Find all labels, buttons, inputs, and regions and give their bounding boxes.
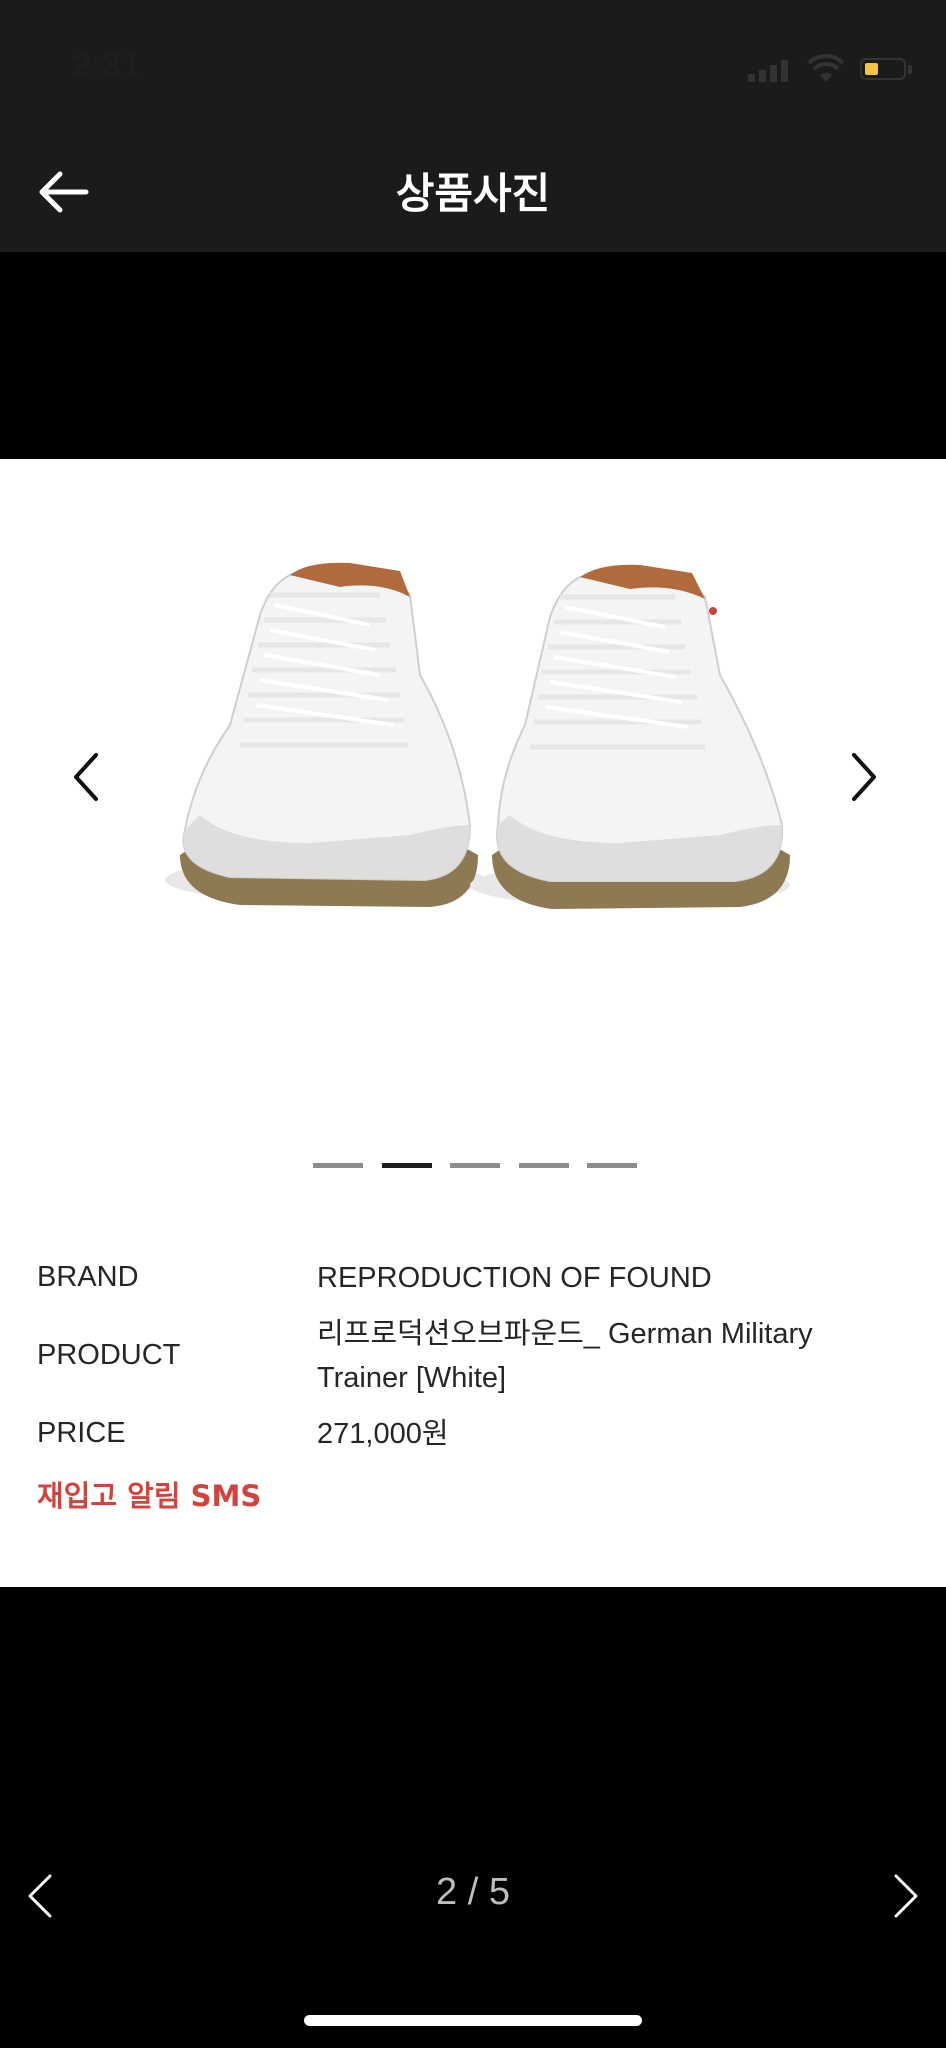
chevron-right-icon[interactable] — [846, 749, 882, 805]
chevron-right-icon[interactable] — [892, 1872, 920, 1920]
carousel-indicator — [313, 1163, 653, 1169]
viewer-background-top — [0, 252, 946, 459]
wifi-icon — [807, 54, 845, 82]
page-counter: 2 / 5 — [436, 1871, 510, 1913]
carousel-dot[interactable] — [587, 1163, 637, 1168]
carousel-dot[interactable] — [382, 1163, 432, 1168]
white-sneakers-image — [165, 562, 790, 909]
page-title: 상품사진 — [395, 169, 551, 218]
battery-icon — [860, 58, 906, 80]
status-time: 2:31 — [72, 46, 141, 84]
product-label: PRODUCT — [37, 1339, 181, 1371]
battery-level — [865, 63, 878, 75]
price-label: PRICE — [37, 1417, 126, 1449]
viewer-background-bottom — [0, 1587, 946, 2048]
product-value-line2: Trainer [White] — [317, 1362, 507, 1394]
status-bar: 2:31 — [0, 0, 946, 130]
carousel-dot[interactable] — [313, 1163, 363, 1168]
chevron-left-icon[interactable] — [68, 749, 104, 805]
battery-tip — [908, 65, 912, 74]
product-photo: BRAND REPRODUCTION OF FOUND PRODUCT 리프로덕… — [0, 459, 946, 1587]
home-indicator[interactable] — [304, 2015, 642, 2026]
product-value-line1: 리프로덕션오브파운드_ German Military — [317, 1318, 813, 1350]
nav-bar: 상품사진 — [0, 130, 946, 252]
carousel-dot[interactable] — [519, 1163, 569, 1168]
brand-value: REPRODUCTION OF FOUND — [317, 1262, 712, 1294]
brand-label: BRAND — [37, 1261, 139, 1293]
product-value: 리프로덕션오브파운드_ German Military Trainer [Whi… — [317, 1312, 877, 1400]
cellular-signal-icon — [748, 58, 792, 82]
price-value: 271,000원 — [317, 1418, 449, 1450]
restock-sms-link[interactable]: 재입고 알림 SMS — [37, 1473, 261, 1515]
carousel-dot[interactable] — [450, 1163, 500, 1168]
